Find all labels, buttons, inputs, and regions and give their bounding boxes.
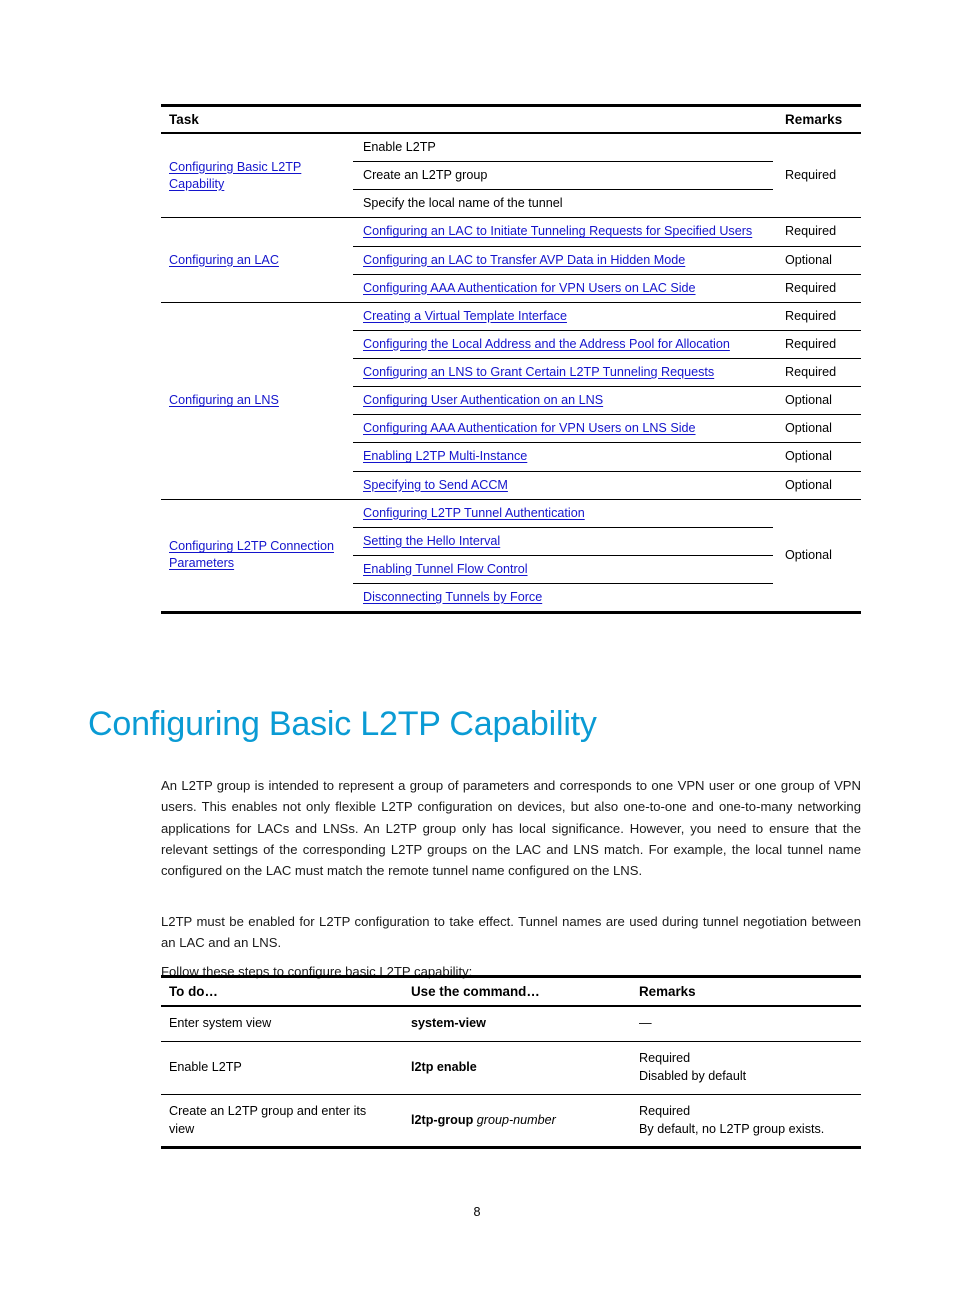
step-command: system-view bbox=[403, 1006, 631, 1042]
link-configuring-basic-l2tp-capability[interactable]: Configuring Basic L2TP Capability bbox=[169, 160, 301, 191]
link-specifying-to-send-accm[interactable]: Specifying to Send ACCM bbox=[363, 478, 508, 492]
remark-lac-transfer-avp: Optional bbox=[773, 246, 861, 275]
remark-send-accm: Optional bbox=[773, 471, 861, 500]
step-command: l2tp-group group-number bbox=[403, 1094, 631, 1150]
link-configuring-user-authentication-on-an-lns[interactable]: Configuring User Authentication on an LN… bbox=[363, 393, 603, 407]
remark-lac-initiate-tunneling: Required bbox=[773, 217, 861, 247]
command-name: l2tp-group bbox=[411, 1112, 474, 1127]
table-row: Configuring an LAC Configuring an LAC to… bbox=[161, 217, 861, 303]
remark-line-2: By default, no L2TP group exists. bbox=[639, 1121, 825, 1136]
remark-line-1: Required bbox=[639, 1103, 691, 1118]
remark-line-1: Required bbox=[639, 1050, 691, 1065]
remark-create-virtual-template: Required bbox=[773, 302, 861, 331]
remark-line-1: — bbox=[639, 1016, 652, 1030]
link-configuring-aaa-authentication-lns-side[interactable]: Configuring AAA Authentication for VPN U… bbox=[363, 421, 696, 435]
subtask-enable-multi-instance: Enabling L2TP Multi-Instance bbox=[353, 442, 773, 472]
remark-cell-connection-params: Optional bbox=[773, 499, 861, 615]
table-row: Configuring L2TP Connection Parameters C… bbox=[161, 499, 861, 615]
page-number: 8 bbox=[473, 1205, 481, 1219]
table-header-row: Task Remarks bbox=[161, 104, 861, 134]
link-configuring-an-lns-to-grant-tunneling-requests[interactable]: Configuring an LNS to Grant Certain L2TP… bbox=[363, 365, 714, 379]
subtask-lac-initiate-tunneling: Configuring an LAC to Initiate Tunneling… bbox=[353, 217, 773, 247]
page-title: Configuring Basic L2TP Capability bbox=[88, 705, 597, 743]
step-remarks: Required By default, no L2TP group exist… bbox=[631, 1094, 861, 1150]
body-paragraph-1: An L2TP group is intended to represent a… bbox=[161, 778, 861, 878]
body-paragraph-2: L2TP must be enabled for L2TP configurat… bbox=[161, 914, 861, 951]
link-enabling-l2tp-multi-instance[interactable]: Enabling L2TP Multi-Instance bbox=[363, 449, 527, 463]
link-configuring-l2tp-tunnel-authentication[interactable]: Configuring L2TP Tunnel Authentication bbox=[363, 506, 585, 520]
remark-user-auth-lns: Optional bbox=[773, 386, 861, 416]
subtask-hello-interval: Setting the Hello Interval bbox=[353, 527, 773, 556]
remark-cell-basic-l2tp: Required bbox=[773, 133, 861, 219]
subtask-tunnel-flow-control: Enabling Tunnel Flow Control bbox=[353, 555, 773, 585]
column-header-remarks: Remarks bbox=[773, 104, 861, 134]
subtask-enable-l2tp: Enable L2TP bbox=[353, 133, 773, 163]
step-todo: Enter system view bbox=[161, 1006, 403, 1042]
command-name: l2tp enable bbox=[411, 1059, 477, 1074]
task-cell-basic-l2tp: Configuring Basic L2TP Capability bbox=[161, 133, 353, 219]
step-remarks: — bbox=[631, 1006, 861, 1042]
subtask-lns-grant-tunneling: Configuring an LNS to Grant Certain L2TP… bbox=[353, 358, 773, 388]
link-disconnecting-tunnels-by-force[interactable]: Disconnecting Tunnels by Force bbox=[363, 590, 542, 604]
task-cell-lac: Configuring an LAC bbox=[161, 217, 353, 303]
document-page: Task Remarks Configuring Basic L2TP Capa… bbox=[0, 0, 954, 1294]
column-header-use-the-command: Use the command… bbox=[403, 975, 631, 1007]
table-row: Enter system view system-view — bbox=[161, 1006, 861, 1042]
link-creating-a-virtual-template-interface[interactable]: Creating a Virtual Template Interface bbox=[363, 309, 567, 323]
remark-enable-multi-instance: Optional bbox=[773, 442, 861, 472]
column-header-remarks: Remarks bbox=[631, 975, 861, 1007]
subtask-send-accm: Specifying to Send ACCM bbox=[353, 471, 773, 500]
remark-local-address-pool: Required bbox=[773, 330, 861, 360]
subtask-create-l2tp-group: Create an L2TP group bbox=[353, 161, 773, 191]
subtask-disconnect-tunnels: Disconnecting Tunnels by Force bbox=[353, 583, 773, 615]
link-configuring-local-address-and-address-pool[interactable]: Configuring the Local Address and the Ad… bbox=[363, 337, 730, 351]
subtask-local-address-pool: Configuring the Local Address and the Ad… bbox=[353, 330, 773, 360]
subtask-user-auth-lns: Configuring User Authentication on an LN… bbox=[353, 386, 773, 416]
task-cell-lns: Configuring an LNS bbox=[161, 302, 353, 500]
column-header-task: Task bbox=[161, 104, 353, 134]
remark-lac-aaa-auth: Required bbox=[773, 274, 861, 303]
step-command: l2tp enable bbox=[403, 1041, 631, 1095]
command-name: system-view bbox=[411, 1016, 486, 1030]
remark-lns-aaa-auth: Optional bbox=[773, 414, 861, 444]
step-todo: Create an L2TP group and enter its view bbox=[161, 1094, 403, 1150]
table-header-row: To do… Use the command… Remarks bbox=[161, 975, 861, 1007]
column-header-to-do: To do… bbox=[161, 975, 403, 1007]
configuration-steps-table: To do… Use the command… Remarks Enter sy… bbox=[161, 975, 861, 1150]
step-todo: Enable L2TP bbox=[161, 1041, 403, 1095]
link-enabling-tunnel-flow-control[interactable]: Enabling Tunnel Flow Control bbox=[363, 562, 528, 576]
remark-line-2: Disabled by default bbox=[639, 1068, 747, 1083]
link-configuring-an-lac-to-initiate-tunneling-requests[interactable]: Configuring an LAC to Initiate Tunneling… bbox=[363, 224, 752, 238]
table-row: Configuring Basic L2TP Capability Enable… bbox=[161, 133, 861, 219]
subtask-lns-aaa-auth: Configuring AAA Authentication for VPN U… bbox=[353, 414, 773, 444]
link-configuring-l2tp-connection-parameters[interactable]: Configuring L2TP Connection Parameters bbox=[169, 539, 334, 570]
link-configuring-an-lns[interactable]: Configuring an LNS bbox=[169, 393, 279, 407]
task-cell-connection-params: Configuring L2TP Connection Parameters bbox=[161, 499, 353, 615]
task-overview-table: Task Remarks Configuring Basic L2TP Capa… bbox=[161, 104, 861, 615]
subtask-tunnel-authentication: Configuring L2TP Tunnel Authentication bbox=[353, 499, 773, 528]
subtask-lac-aaa-auth: Configuring AAA Authentication for VPN U… bbox=[353, 274, 773, 303]
subtask-specify-local-tunnel-name: Specify the local name of the tunnel bbox=[353, 189, 773, 219]
command-argument: group-number bbox=[476, 1112, 556, 1127]
link-configuring-aaa-authentication-lac-side[interactable]: Configuring AAA Authentication for VPN U… bbox=[363, 281, 696, 295]
step-remarks: Required Disabled by default bbox=[631, 1041, 861, 1095]
link-configuring-an-lac-to-transfer-avp-data[interactable]: Configuring an LAC to Transfer AVP Data … bbox=[363, 253, 685, 267]
table-row: Configuring an LNS Creating a Virtual Te… bbox=[161, 302, 861, 500]
table-row: Enable L2TP l2tp enable Required Disable… bbox=[161, 1041, 861, 1095]
remark-lns-grant-tunneling: Required bbox=[773, 358, 861, 388]
column-header-subtask bbox=[353, 104, 773, 134]
subtask-lac-transfer-avp: Configuring an LAC to Transfer AVP Data … bbox=[353, 246, 773, 275]
subtask-create-virtual-template: Creating a Virtual Template Interface bbox=[353, 302, 773, 331]
table-row: Create an L2TP group and enter its view … bbox=[161, 1094, 861, 1150]
link-setting-the-hello-interval[interactable]: Setting the Hello Interval bbox=[363, 534, 500, 548]
link-configuring-an-lac[interactable]: Configuring an LAC bbox=[169, 253, 279, 267]
